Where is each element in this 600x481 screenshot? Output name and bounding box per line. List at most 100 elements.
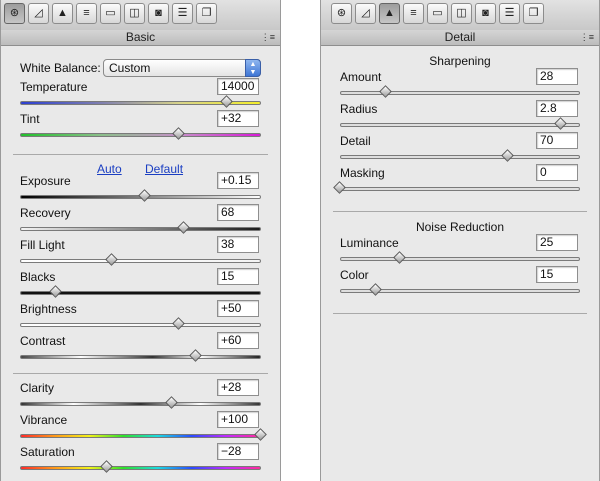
contrast-value-field[interactable]: +60 — [217, 332, 259, 349]
masking-label: Masking — [340, 166, 385, 180]
temperature-label: Temperature — [20, 80, 88, 94]
noise-reduction-title: Noise Reduction — [415, 220, 505, 234]
separator — [333, 313, 587, 314]
hsl-bars-icon[interactable]: ≡ — [403, 3, 424, 24]
exposure-slider-thumb[interactable] — [138, 189, 152, 202]
luminance-slider-track[interactable] — [340, 257, 580, 261]
color-slider-thumb[interactable] — [369, 283, 382, 296]
snapshots-icon[interactable]: ❐ — [523, 3, 544, 24]
panel-menu-icon[interactable]: ⋮≡ — [261, 30, 275, 45]
detail-label: Detail — [340, 134, 371, 148]
brightness-value-field[interactable]: +50 — [217, 300, 259, 317]
tint-value-field[interactable]: +32 — [217, 110, 259, 127]
brightness-slider-track[interactable] — [20, 323, 261, 327]
camera-aperture-icon[interactable]: ⊛ — [331, 3, 352, 24]
white-balance-select[interactable]: Custom ▲ ▼ — [103, 59, 261, 77]
tone-curve-icon[interactable]: ◿ — [355, 3, 376, 24]
snapshots-icon[interactable]: ❐ — [196, 3, 217, 24]
blacks-slider-thumb[interactable] — [49, 285, 63, 298]
split-toning-icon[interactable]: ▭ — [100, 3, 121, 24]
fill-light-slider-thumb[interactable] — [104, 253, 118, 266]
radius-slider-thumb[interactable] — [553, 117, 567, 130]
tint-slider-thumb[interactable] — [172, 127, 185, 140]
separator — [333, 211, 587, 212]
tint-slider-track[interactable] — [20, 133, 261, 137]
saturation-value-field[interactable]: −28 — [217, 443, 259, 460]
saturation-label: Saturation — [20, 445, 75, 459]
luminance-slider-thumb[interactable] — [393, 251, 406, 264]
detail-panel-title: Detail — [444, 30, 476, 44]
presets-sliders-icon[interactable]: ☰ — [499, 3, 520, 24]
basic-panel-title: Basic — [125, 30, 156, 44]
detail-panel-header: Detail ⋮≡ — [321, 30, 599, 46]
brightness-label: Brightness — [20, 302, 77, 316]
tone-curve-icon[interactable]: ◿ — [28, 3, 49, 24]
temperature-slider-thumb[interactable] — [220, 95, 234, 108]
clarity-label: Clarity — [20, 381, 55, 395]
blacks-value-field[interactable]: 15 — [217, 268, 259, 285]
presets-sliders-icon[interactable]: ☰ — [172, 3, 193, 24]
brightness-slider-thumb[interactable] — [172, 317, 185, 330]
sharpening-title: Sharpening — [429, 54, 491, 68]
fill-light-slider-track[interactable] — [20, 259, 261, 263]
amount-label: Amount — [340, 70, 382, 84]
basic-panel-header: Basic ⋮≡ — [1, 30, 280, 46]
radius-slider-track[interactable] — [340, 123, 580, 127]
detail-value-field[interactable]: 70 — [536, 132, 578, 149]
contrast-slider-thumb[interactable] — [189, 349, 202, 362]
amount-value-field[interactable]: 28 — [536, 68, 578, 85]
right-toolbar: ⊛ ◿ ▲ ≡ ▭ ◫ ◙ ☰ ❐ — [321, 0, 599, 31]
amount-slider-thumb[interactable] — [378, 85, 392, 98]
color-value-field[interactable]: 15 — [536, 266, 578, 283]
separator — [13, 373, 268, 374]
detail-slider-thumb[interactable] — [501, 149, 514, 162]
masking-slider-thumb[interactable] — [333, 181, 346, 194]
clarity-slider-track[interactable] — [20, 402, 261, 406]
recovery-slider-thumb[interactable] — [177, 221, 190, 234]
clarity-slider-thumb[interactable] — [164, 396, 178, 409]
fill-light-value-field[interactable]: 38 — [217, 236, 259, 253]
lens-corrections-icon[interactable]: ◫ — [451, 3, 472, 24]
camera-calibration-icon[interactable]: ◙ — [475, 3, 496, 24]
fill-light-label: Fill Light — [20, 238, 65, 252]
camera-calibration-icon[interactable]: ◙ — [148, 3, 169, 24]
default-link[interactable]: Default — [145, 162, 183, 176]
contrast-slider-track[interactable] — [20, 355, 261, 359]
separator — [13, 154, 268, 155]
blacks-label: Blacks — [20, 270, 56, 284]
temperature-value-field[interactable]: 14000 — [217, 78, 259, 95]
camera-aperture-icon[interactable]: ⊛ — [4, 3, 25, 24]
dropdown-arrows-icon: ▲ ▼ — [245, 59, 261, 77]
recovery-slider-track[interactable] — [20, 227, 261, 231]
clarity-value-field[interactable]: +28 — [217, 379, 259, 396]
vibrance-slider-track[interactable] — [20, 434, 261, 438]
auto-link[interactable]: Auto — [97, 162, 122, 176]
contrast-label: Contrast — [20, 334, 66, 348]
recovery-value-field[interactable]: 68 — [217, 204, 259, 221]
masking-value-field[interactable]: 0 — [536, 164, 578, 181]
luminance-value-field[interactable]: 25 — [536, 234, 578, 251]
saturation-slider-track[interactable] — [20, 466, 261, 470]
color-label: Color — [340, 268, 369, 282]
detail-slider-track[interactable] — [340, 155, 580, 159]
vibrance-slider-thumb[interactable] — [254, 428, 267, 441]
detail-mountain-icon[interactable]: ▲ — [52, 3, 73, 24]
split-toning-icon[interactable]: ▭ — [427, 3, 448, 24]
exposure-label: Exposure — [20, 174, 71, 188]
exposure-value-field[interactable]: +0.15 — [217, 172, 259, 189]
panel-menu-icon[interactable]: ⋮≡ — [580, 30, 594, 45]
white-balance-value: Custom — [109, 61, 151, 75]
left-toolbar: ⊛ ◿ ▲ ≡ ▭ ◫ ◙ ☰ ❐ — [1, 0, 280, 31]
detail-mountain-icon[interactable]: ▲ — [379, 3, 400, 24]
saturation-slider-thumb[interactable] — [99, 460, 113, 473]
amount-slider-track[interactable] — [340, 91, 580, 95]
masking-slider-track[interactable] — [340, 187, 580, 191]
recovery-label: Recovery — [20, 206, 71, 220]
lens-corrections-icon[interactable]: ◫ — [124, 3, 145, 24]
radius-value-field[interactable]: 2.8 — [536, 100, 578, 117]
hsl-bars-icon[interactable]: ≡ — [76, 3, 97, 24]
basic-panel: ⊛ ◿ ▲ ≡ ▭ ◫ ◙ ☰ ❐ Basic ⋮≡ White Balance: Custom… — [0, 0, 281, 481]
radius-label: Radius — [340, 102, 378, 116]
luminance-label: Luminance — [340, 236, 399, 250]
vibrance-value-field[interactable]: +100 — [217, 411, 259, 428]
